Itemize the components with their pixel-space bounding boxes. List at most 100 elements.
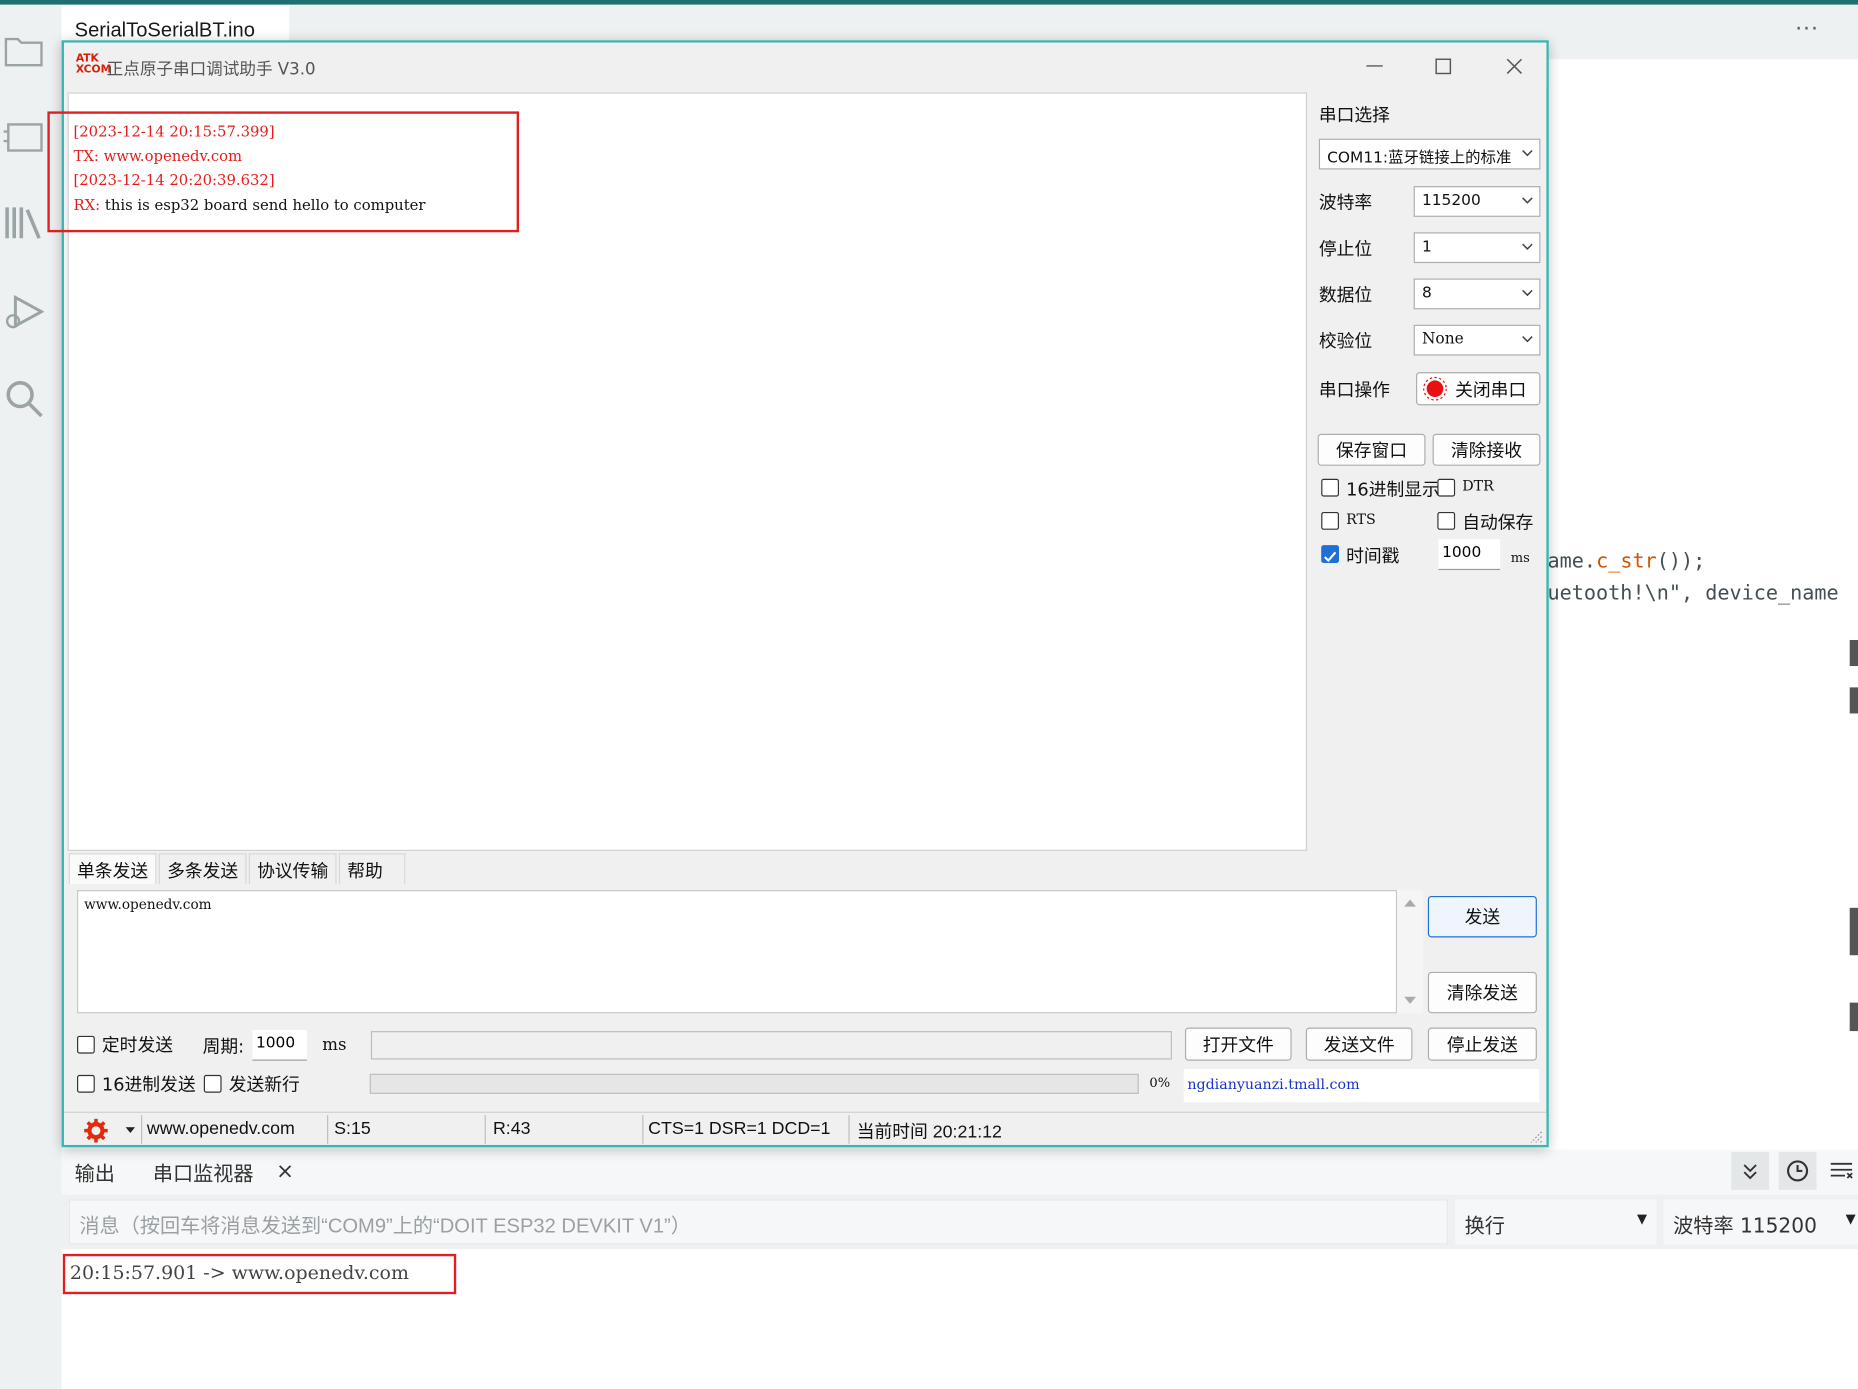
period-unit: ms: [322, 1035, 347, 1055]
code-token: ());: [1656, 549, 1706, 574]
tab-protocol[interactable]: 协议传输: [248, 853, 337, 885]
hex-display-checkbox[interactable]: [1321, 478, 1339, 497]
clear-receive-button[interactable]: 清除接收: [1432, 433, 1541, 466]
status-separator: [848, 1115, 850, 1144]
dtr-label: DTR: [1462, 477, 1494, 495]
auto-save-label: 自动保存: [1462, 511, 1534, 534]
status-website[interactable]: www.openedv.com: [147, 1119, 295, 1139]
status-bar: www.openedv.com S:15 R:43 CTS=1 DSR=1 DC…: [63, 1111, 1547, 1145]
code-line-2[interactable]: uetooth!\n", device_name: [1548, 582, 1839, 606]
period-input[interactable]: 1000: [252, 1029, 307, 1061]
tab-multi-send[interactable]: 多条发送: [158, 853, 247, 885]
status-separator: [327, 1115, 329, 1144]
timestamp-checkbox[interactable]: [1321, 545, 1339, 563]
minimize-icon[interactable]: [1351, 52, 1398, 80]
port-status-led-icon: [1423, 376, 1447, 401]
maximize-icon[interactable]: [1420, 52, 1467, 80]
gear-icon[interactable]: [84, 1118, 108, 1143]
close-port-label: 关闭串口: [1455, 378, 1527, 400]
line-ending-select[interactable]: 换行 ▼: [1455, 1199, 1657, 1245]
code-line-1[interactable]: ame.c_str());: [1548, 550, 1706, 574]
baud-value: 115200: [1421, 191, 1481, 210]
scroll-up-icon[interactable]: [1403, 897, 1417, 909]
close-window-icon[interactable]: [1491, 52, 1538, 80]
code-function-token: c_str: [1596, 549, 1657, 574]
status-separator: [642, 1115, 644, 1144]
parity-select[interactable]: None: [1413, 324, 1541, 356]
chevron-down-icon: [1522, 197, 1533, 204]
tab-help[interactable]: 帮助: [338, 853, 406, 885]
send-textarea[interactable]: www.openedv.com: [77, 890, 1398, 1014]
window-title: 正点原子串口调试助手 V3.0: [106, 60, 316, 80]
line-ending-value: 换行: [1464, 1214, 1505, 1239]
baud-select[interactable]: 115200: [1413, 186, 1541, 217]
store-link[interactable]: ngdianyuanzi.tmall.com: [1183, 1069, 1540, 1103]
editor-scroll-marker: [1849, 687, 1858, 714]
timestamp-clock-icon[interactable]: [1778, 1151, 1817, 1190]
parity-label: 校验位: [1318, 330, 1373, 352]
data-bits-select[interactable]: 8: [1413, 278, 1541, 310]
search-icon[interactable]: [0, 375, 47, 422]
chevron-down-icon: [1522, 336, 1533, 343]
tab-output[interactable]: 输出: [75, 1157, 115, 1187]
clear-output-icon[interactable]: [1822, 1152, 1858, 1190]
autoscroll-icon[interactable]: [1731, 1151, 1770, 1190]
status-separator: [484, 1115, 486, 1144]
scroll-down-icon[interactable]: [1403, 994, 1417, 1006]
board-icon[interactable]: [0, 114, 47, 161]
send-newline-checkbox[interactable]: [203, 1074, 222, 1093]
code-token: ame.: [1547, 549, 1597, 574]
editor-scroll-marker: [1849, 639, 1858, 667]
status-received-count: R:43: [492, 1118, 531, 1139]
hex-send-checkbox[interactable]: [77, 1074, 95, 1093]
hex-display-label: 16进制显示: [1346, 478, 1440, 501]
monitor-baud-value: 波特率 115200: [1673, 1214, 1817, 1239]
monitor-message-input[interactable]: 消息（按回车将消息发送到“COM9”上的“DOIT ESP32 DEVKIT V…: [68, 1199, 1449, 1245]
folder-icon[interactable]: [0, 26, 47, 73]
port-op-label: 串口操作: [1318, 379, 1390, 401]
more-options-icon[interactable]: ···: [1795, 17, 1831, 42]
baud-label: 波特率: [1318, 191, 1373, 214]
highlight-box-receive: [47, 111, 520, 233]
port-value: COM11:蓝牙链接上的标准: [1327, 149, 1512, 168]
chevron-down-icon: [1522, 149, 1533, 157]
debug-icon[interactable]: [0, 289, 47, 336]
port-select[interactable]: COM11:蓝牙链接上的标准: [1318, 138, 1541, 170]
monitor-baud-select[interactable]: 波特率 115200 ▼: [1663, 1199, 1858, 1245]
send-progress-percent: 0%: [1149, 1074, 1171, 1091]
period-label: 周期:: [202, 1035, 245, 1058]
stop-bits-label: 停止位: [1318, 238, 1373, 260]
close-port-button[interactable]: 关闭串口: [1416, 372, 1541, 406]
tab-serial-monitor[interactable]: 串口监视器: [153, 1157, 254, 1187]
clear-send-button[interactable]: 清除发送: [1427, 971, 1537, 1014]
timed-send-checkbox[interactable]: [77, 1035, 95, 1054]
port-label: 串口选择: [1318, 104, 1390, 126]
highlight-box-monitor: [62, 1253, 457, 1295]
data-bits-label: 数据位: [1318, 284, 1373, 306]
close-icon[interactable]: ×: [276, 1159, 294, 1184]
timestamp-interval-input[interactable]: 1000: [1438, 539, 1501, 571]
stop-send-button[interactable]: 停止发送: [1427, 1027, 1537, 1061]
send-button[interactable]: 发送: [1427, 895, 1537, 938]
send-scrollbar[interactable]: [1397, 890, 1424, 1014]
send-progress-bar: [369, 1073, 1139, 1094]
dtr-checkbox[interactable]: [1437, 478, 1456, 497]
dropdown-caret-icon[interactable]: [125, 1127, 136, 1134]
library-icon[interactable]: [0, 199, 47, 246]
hex-send-label: 16进制发送: [101, 1073, 196, 1096]
stop-bits-value: 1: [1421, 238, 1432, 256]
stop-bits-select[interactable]: 1: [1413, 232, 1541, 264]
window-titlebar[interactable]: ATK XCOM 正点原子串口调试助手 V3.0: [63, 42, 1547, 91]
status-sent-count: S:15: [334, 1118, 371, 1139]
rts-checkbox[interactable]: [1321, 511, 1339, 530]
data-bits-value: 8: [1421, 284, 1432, 303]
open-file-button[interactable]: 打开文件: [1184, 1027, 1292, 1061]
file-path-field[interactable]: [370, 1031, 1172, 1060]
auto-save-checkbox[interactable]: [1437, 511, 1456, 530]
monitor-panel-header: [61, 1149, 1858, 1195]
tab-single-send[interactable]: 单条发送: [68, 853, 157, 885]
dropdown-caret-icon: ▼: [1845, 1211, 1856, 1227]
send-file-button[interactable]: 发送文件: [1305, 1027, 1413, 1061]
resize-grip-icon[interactable]: [1529, 1129, 1543, 1143]
save-window-button[interactable]: 保存窗口: [1317, 433, 1426, 466]
